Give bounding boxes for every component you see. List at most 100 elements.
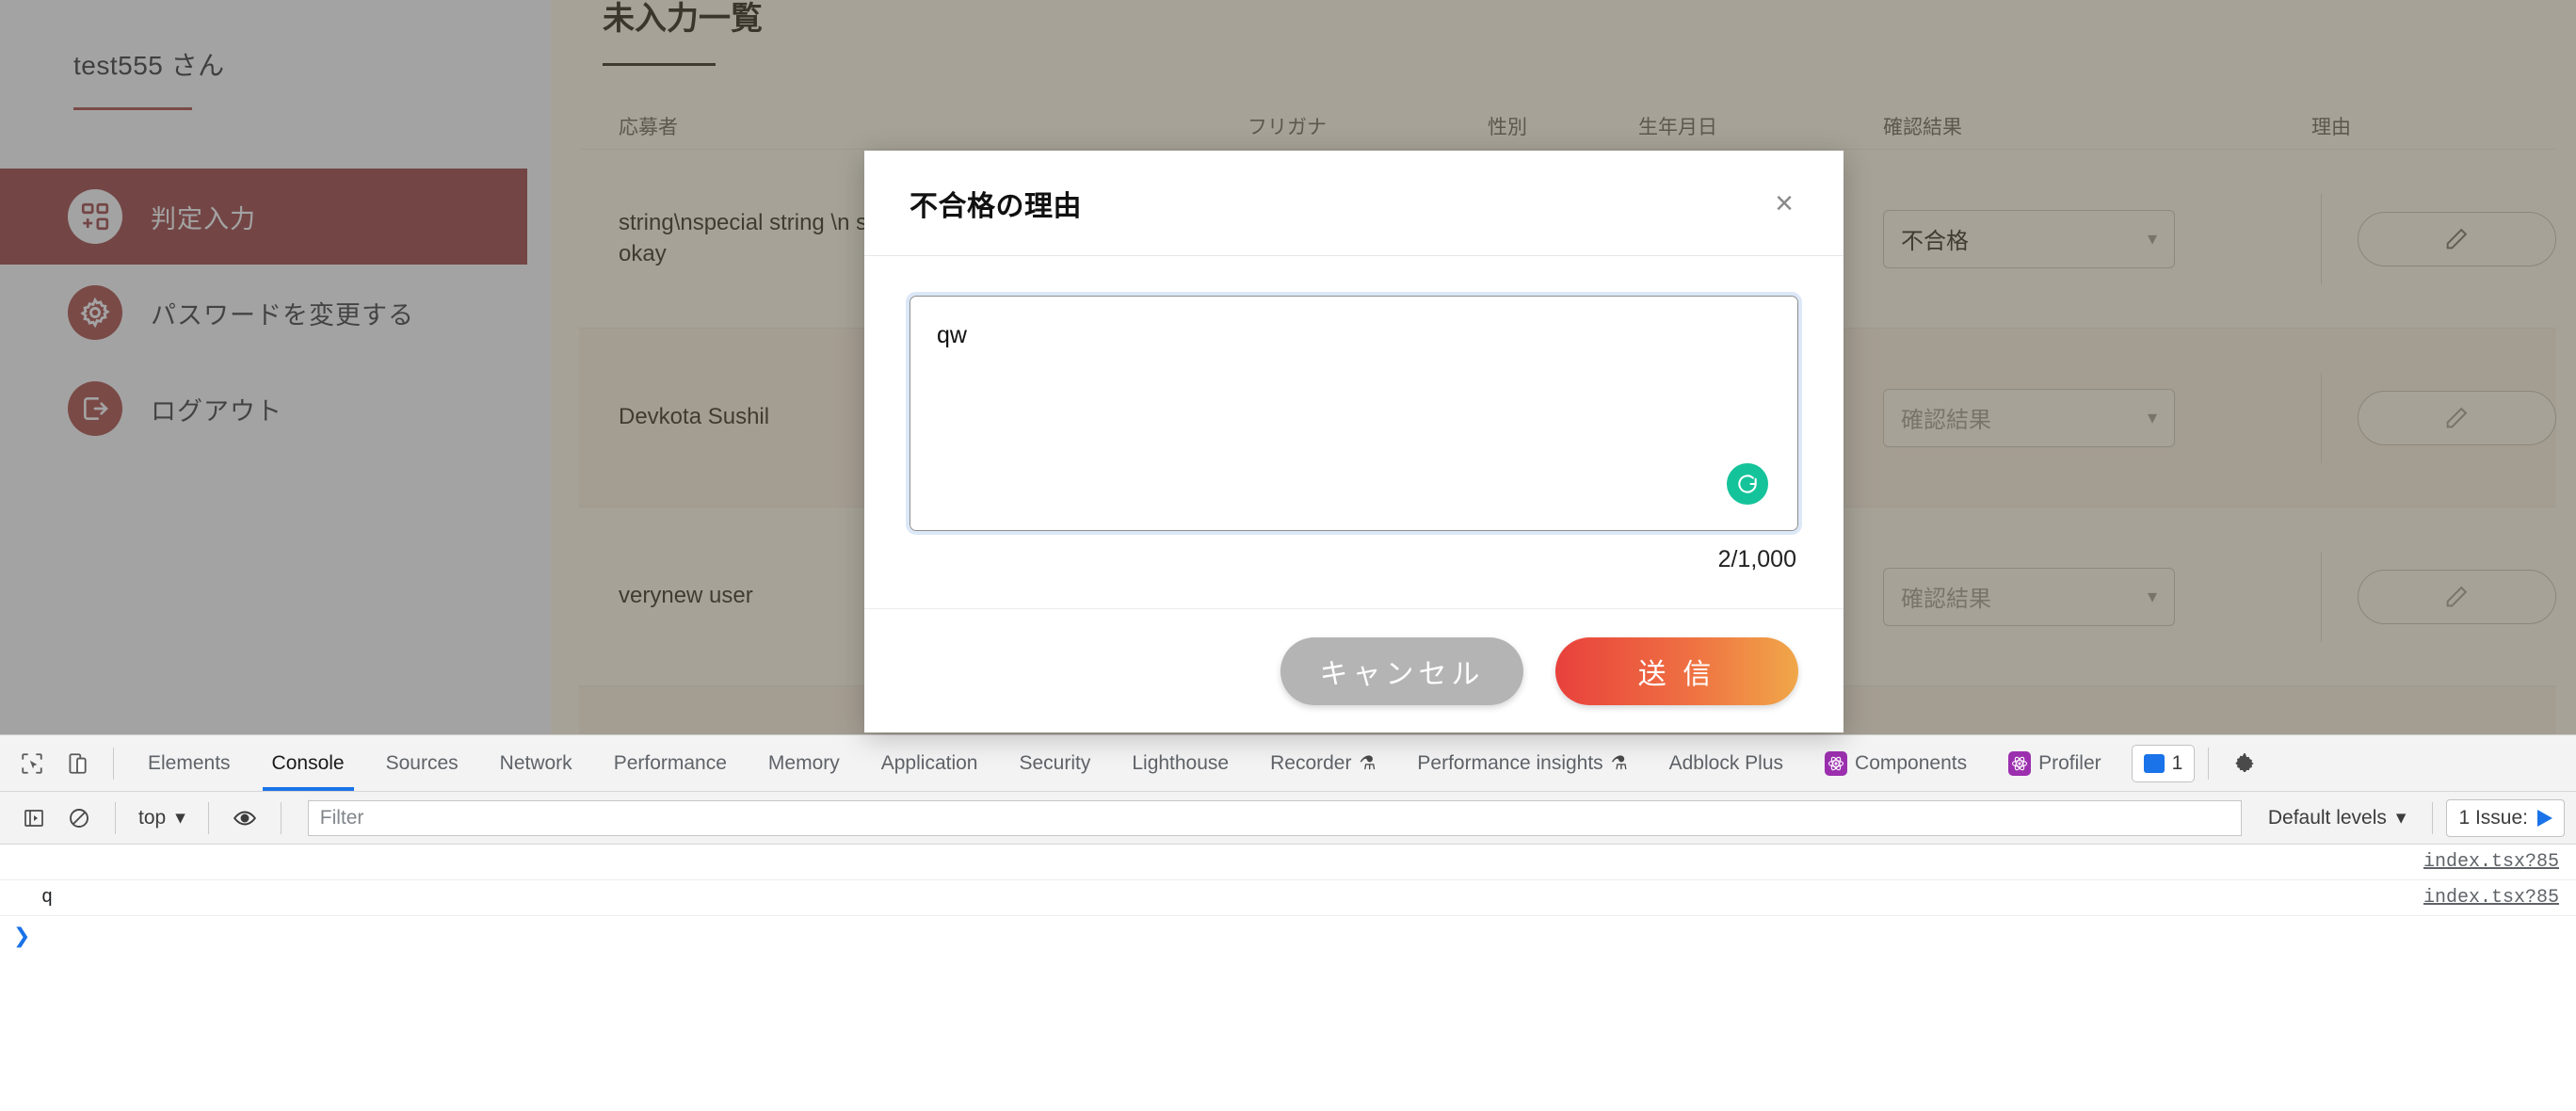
user-block: test555 さん [0, 0, 527, 110]
tab-profiler-label: Profiler [2038, 751, 2101, 774]
cell-result: 不合格 ▾ [1883, 209, 2311, 268]
issues-label: 1 Issue: [2458, 806, 2528, 829]
cancel-button[interactable]: キャンセル [1280, 636, 1523, 705]
row-divider [2321, 372, 2322, 463]
tab-lighthouse[interactable]: Lighthouse [1111, 736, 1249, 791]
tab-memory[interactable]: Memory [748, 736, 861, 791]
cell-result: 確認結果 ▾ [1883, 567, 2311, 626]
close-icon[interactable]: × [1763, 182, 1806, 225]
grammarly-icon[interactable] [1727, 463, 1768, 505]
tab-profiler[interactable]: Profiler [1988, 736, 2122, 791]
tab-elements[interactable]: Elements [127, 736, 251, 791]
logout-icon [68, 381, 122, 436]
settings-gear-icon[interactable] [2222, 741, 2267, 786]
flask-icon: ⚗ [1359, 753, 1377, 774]
toolbar-divider [207, 801, 209, 834]
chevron-down-icon: ▾ [2395, 807, 2407, 829]
chevron-down-icon: ▾ [175, 807, 185, 829]
sidebar: test555 さん 判定入力 パスワードを変更する ログアウト [0, 0, 527, 734]
gear-icon [68, 285, 122, 340]
edit-reason-button[interactable] [2357, 390, 2556, 445]
sidebar-item-label: ログアウト [151, 396, 282, 426]
message-count: 1 [2171, 751, 2183, 774]
tab-performance-insights-label: Performance insights [1417, 751, 1603, 774]
issue-flag-icon [2537, 809, 2552, 827]
character-counter: 2/1,000 [1717, 546, 1796, 572]
result-select-value: 確認結果 [1901, 408, 1991, 433]
edit-reason-button[interactable] [2357, 569, 2556, 624]
devtools-tabbar: Elements Console Sources Network Perform… [0, 735, 2576, 792]
react-icon [2008, 750, 2032, 776]
chevron-down-icon: ▾ [2147, 408, 2157, 428]
cell-reason [2311, 551, 2556, 642]
device-toolbar-icon[interactable] [55, 741, 100, 786]
console-log-source[interactable]: index.tsx?85 [2423, 887, 2559, 909]
issues-button[interactable]: 1 Issue: [2446, 798, 2565, 837]
toolbar-divider [115, 801, 116, 834]
console-log-row[interactable]: q index.tsx?85 [0, 880, 2576, 916]
edit-reason-button[interactable] [2357, 211, 2556, 266]
tab-console[interactable]: Console [251, 736, 365, 791]
tab-adblock-plus[interactable]: Adblock Plus [1649, 736, 1804, 791]
reason-textarea-wrapper [906, 292, 1802, 535]
result-select[interactable]: 不合格 ▾ [1883, 209, 2175, 268]
column-header-result: 確認結果 [1883, 117, 1962, 138]
toolbar-divider [2208, 747, 2210, 780]
tab-performance-insights[interactable]: Performance insights ⚗ [1396, 736, 1648, 791]
toolbar-divider [113, 747, 114, 780]
sidebar-item-label: 判定入力 [151, 204, 256, 233]
tab-recorder[interactable]: Recorder ⚗ [1249, 736, 1396, 791]
console-log-row[interactable]: index.tsx?85 [0, 845, 2576, 880]
clear-console-icon[interactable] [56, 796, 102, 841]
console-filter-input[interactable] [307, 799, 2242, 836]
rejection-reason-dialog: 不合格の理由 × 2/1,000 キャンセル 送 信 [864, 151, 1843, 733]
cell-reason [2311, 372, 2556, 463]
page-title: 未入力一覧 [603, 1, 763, 37]
devtools-panel: Elements Console Sources Network Perform… [0, 734, 2576, 1111]
sidebar-item-change-password[interactable]: パスワードを変更する [0, 265, 527, 361]
result-select[interactable]: 確認結果 ▾ [1883, 567, 2175, 626]
console-log-source[interactable]: index.tsx?85 [2423, 851, 2559, 873]
console-filterbar: top ▾ Default levels ▾ 1 Issue: [0, 792, 2576, 845]
chevron-down-icon: ▾ [2147, 229, 2157, 250]
result-select[interactable]: 確認結果 ▾ [1883, 388, 2175, 447]
edit-pencil-icon [2447, 407, 2468, 427]
sidebar-item-label: パスワードを変更する [151, 300, 414, 330]
live-expression-eye-icon[interactable] [222, 796, 267, 841]
tab-network[interactable]: Network [479, 736, 593, 791]
inspect-element-icon[interactable] [9, 741, 55, 786]
tab-performance[interactable]: Performance [593, 736, 748, 791]
chevron-down-icon: ▾ [2147, 587, 2157, 607]
tab-components[interactable]: Components [1804, 736, 1988, 791]
dialog-body: 2/1,000 [864, 256, 1843, 608]
dialog-footer: キャンセル 送 信 [864, 608, 1843, 733]
edit-pencil-icon [2447, 586, 2468, 606]
tab-components-label: Components [1855, 751, 1968, 774]
row-divider [2321, 193, 2322, 284]
reason-textarea[interactable] [906, 292, 1802, 535]
row-divider [2321, 551, 2322, 642]
tab-recorder-label: Recorder [1270, 751, 1352, 774]
log-level-select[interactable]: Default levels ▾ [2255, 806, 2420, 829]
toolbar-divider [2432, 801, 2434, 834]
column-header-birthdate: 生年月日 [1638, 117, 1717, 138]
submit-button[interactable]: 送 信 [1555, 636, 1798, 705]
console-prompt[interactable]: ❯ [0, 916, 2576, 956]
console-sidebar-toggle-icon[interactable] [11, 796, 56, 841]
tab-security[interactable]: Security [998, 736, 1111, 791]
execution-context-select[interactable]: top ▾ [129, 806, 195, 829]
sidebar-item-judgment-input[interactable]: 判定入力 [0, 169, 527, 265]
execution-context-value: top [138, 806, 167, 829]
console-log-message: q [41, 887, 54, 909]
sidebar-item-logout[interactable]: ログアウト [0, 361, 527, 457]
column-header-reason: 理由 [2311, 117, 2351, 138]
dialog-header: 不合格の理由 × [864, 151, 1843, 256]
message-count-badge[interactable]: 1 [2131, 744, 2196, 782]
cell-reason [2311, 193, 2556, 284]
column-header-applicant: 応募者 [619, 117, 678, 138]
column-header-furigana: フリガナ [1248, 117, 1327, 138]
table-header-row: 応募者 フリガナ 性別 生年月日 確認結果 理由 [579, 104, 2556, 149]
tab-sources[interactable]: Sources [365, 736, 479, 791]
tab-application[interactable]: Application [861, 736, 999, 791]
edit-pencil-icon [2447, 228, 2468, 249]
